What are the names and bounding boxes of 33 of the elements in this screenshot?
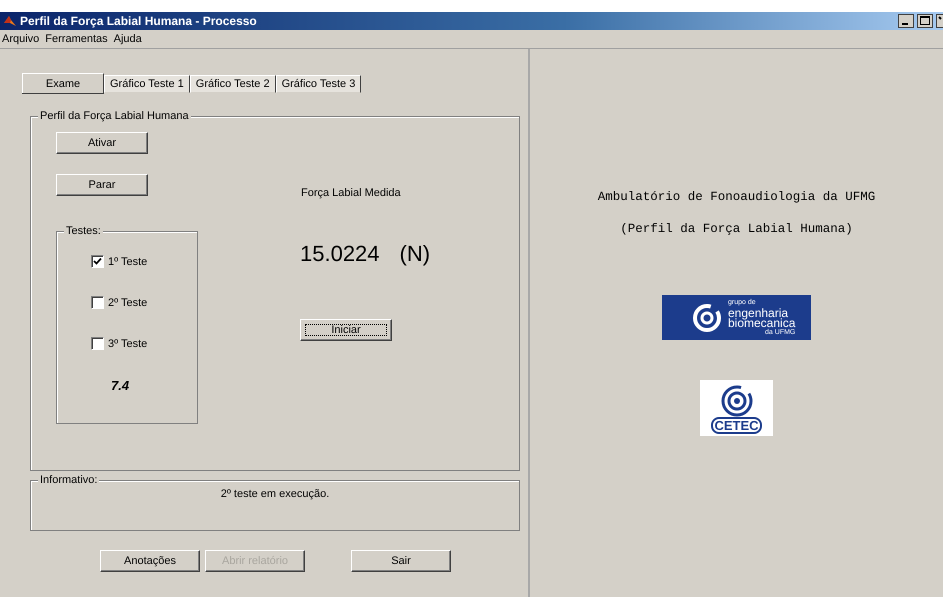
measure-value: 15.0224 xyxy=(300,241,380,267)
start-button[interactable]: Iniciar xyxy=(300,319,392,341)
group-title: Informativo: xyxy=(40,474,98,486)
measure-unit: (N) xyxy=(400,241,430,267)
menu-item[interactable]: Ajuda xyxy=(114,33,142,45)
test-value: 7.4 xyxy=(111,378,130,393)
group-title: Testes: xyxy=(66,225,101,237)
checkbox[interactable] xyxy=(91,255,104,268)
tab[interactable]: Gráfico Teste 2 xyxy=(190,75,276,93)
menu-item[interactable]: Ferramentas xyxy=(45,33,108,45)
banner-subtitle: (Perfil da Força Labial Humana) xyxy=(620,222,853,236)
menu-item[interactable]: Arquivo xyxy=(2,33,40,45)
tab[interactable]: Gráfico Teste 3 xyxy=(276,75,362,93)
group-title: Perfil da Força Labial Humana xyxy=(40,110,189,122)
checkbox[interactable] xyxy=(91,337,104,350)
checkbox-label: 3º Teste xyxy=(108,338,148,350)
app-icon xyxy=(3,14,17,28)
checkbox[interactable] xyxy=(91,296,104,309)
maximize-icon[interactable] xyxy=(917,14,933,28)
measure-label: Força Labial Medida xyxy=(301,187,402,199)
tab[interactable]: Exame xyxy=(22,73,104,93)
banner-title: Ambulatório de Fonoaudiologia da UFMG xyxy=(598,190,876,204)
action-button[interactable]: Ativar xyxy=(56,132,148,154)
action-button[interactable]: Parar xyxy=(56,174,148,196)
action-button[interactable]: Sair xyxy=(351,550,451,572)
institute-logo: CETEC xyxy=(700,380,773,436)
window-title: Perfil da Força Labial Humana - Processo xyxy=(20,14,257,28)
checkbox-label: 2º Teste xyxy=(108,296,148,308)
tab[interactable]: Gráfico Teste 1 xyxy=(104,75,190,93)
checkbox-label: 1º Teste xyxy=(108,256,148,268)
info-message: 2º teste em execução. xyxy=(220,488,330,500)
action-button[interactable]: Anotações xyxy=(100,550,200,572)
minimize-icon[interactable] xyxy=(898,14,914,28)
